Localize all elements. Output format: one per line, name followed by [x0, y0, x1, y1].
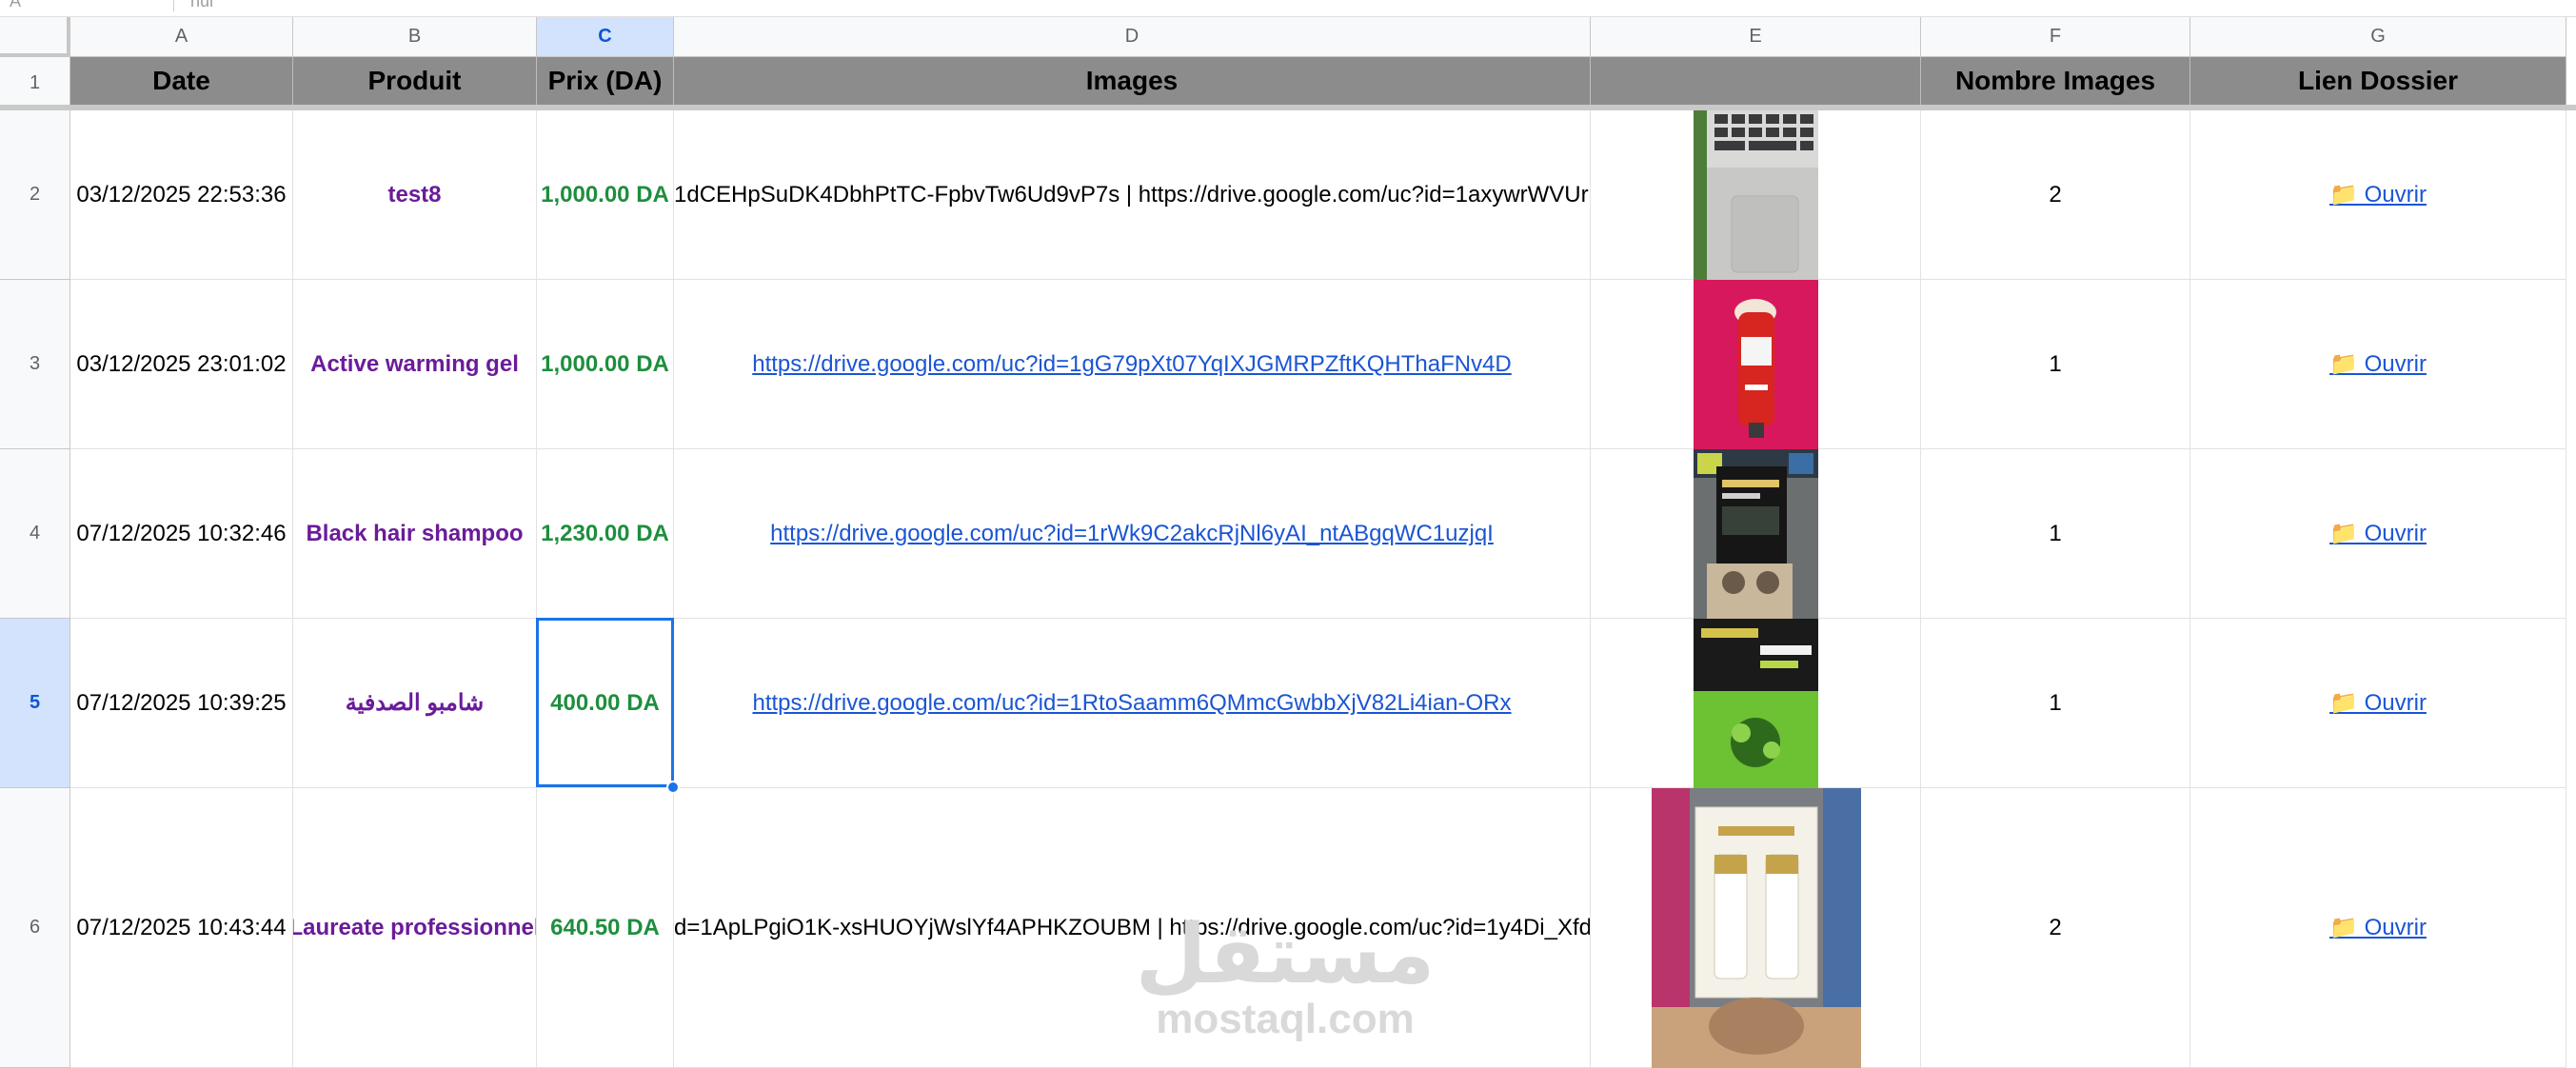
cell-date[interactable]: 07/12/2025 10:39:25 — [70, 619, 293, 788]
cell-date[interactable]: 03/12/2025 22:53:36 — [70, 110, 293, 280]
cell-images[interactable]: 1dCEHpSuDK4DbhPtTC-FpbvTw6Ud9vP7s | http… — [674, 110, 1591, 280]
row-header-4[interactable]: 4 — [0, 449, 70, 619]
select-all-corner[interactable] — [0, 17, 70, 57]
cell-nombre-images[interactable]: 1 — [1921, 449, 2190, 619]
cell-lien-ouvrir[interactable]: 📁 Ouvrir — [2190, 280, 2566, 449]
name-box[interactable]: A — [10, 0, 21, 11]
column-header-e[interactable]: E — [1591, 17, 1921, 57]
active-cell-selection[interactable] — [536, 618, 674, 787]
cell-images-link[interactable]: https://drive.google.com/uc?id=1rWk9C2ak… — [674, 449, 1591, 619]
row-header-2[interactable]: 2 — [0, 110, 70, 280]
cell-produit[interactable]: Laureate professionnel — [293, 788, 537, 1068]
row-header-3[interactable]: 3 — [0, 280, 70, 449]
cell-produit[interactable]: Active warming gel — [293, 280, 537, 449]
column-header-c[interactable]: C — [537, 17, 674, 57]
cell-prix[interactable]: 640.50 DA — [537, 788, 674, 1068]
header-nombre-images[interactable]: Nombre Images — [1921, 57, 2190, 105]
cell-lien-ouvrir[interactable]: 📁 Ouvrir — [2190, 619, 2566, 788]
cell-prix[interactable]: 1,000.00 DA — [537, 280, 674, 449]
cell-lien-ouvrir[interactable]: 📁 Ouvrir — [2190, 788, 2566, 1068]
cell-lien-ouvrir[interactable]: 📁 Ouvrir — [2190, 449, 2566, 619]
cell-nombre-images[interactable]: 2 — [1921, 110, 2190, 280]
column-header-b[interactable]: B — [293, 17, 537, 57]
cell-prix[interactable]: 1,000.00 DA — [537, 110, 674, 280]
column-header-f[interactable]: F — [1921, 17, 2190, 57]
black-hair-shampoo-box-photo — [1694, 449, 1818, 619]
cell-images-link[interactable]: https://drive.google.com/uc?id=1gG79pXt0… — [674, 280, 1591, 449]
laureate-product-box-photo — [1652, 788, 1861, 1068]
fill-handle[interactable] — [666, 781, 680, 794]
red-gel-tube-photo — [1694, 280, 1818, 449]
mostaql-watermark: مستقل mostaql.com — [1133, 914, 1437, 1043]
row-header-5[interactable]: 5 — [0, 619, 70, 788]
header-blank-e[interactable] — [1591, 57, 1921, 105]
header-lien-dossier[interactable]: Lien Dossier — [2190, 57, 2566, 105]
header-produit[interactable]: Produit — [293, 57, 537, 105]
row-header-6[interactable]: 6 — [0, 788, 70, 1068]
psoriasis-shampoo-box-photo — [1694, 619, 1818, 788]
column-header-d[interactable]: D — [674, 17, 1591, 57]
column-header-g[interactable]: G — [2190, 17, 2566, 57]
column-header-a[interactable]: A — [70, 17, 293, 57]
header-images[interactable]: Images — [674, 57, 1591, 105]
cell-date[interactable]: 03/12/2025 23:01:02 — [70, 280, 293, 449]
cell-date[interactable]: 07/12/2025 10:43:44 — [70, 788, 293, 1068]
cell-nombre-images[interactable]: 1 — [1921, 619, 2190, 788]
cell-produit[interactable]: شامبو الصدفية — [293, 619, 537, 788]
formula-bar: A nul — [0, 0, 2576, 17]
header-date[interactable]: Date — [70, 57, 293, 105]
formula-input[interactable]: nul — [190, 0, 213, 11]
row-header-1[interactable]: 1 — [0, 57, 70, 110]
cell-nombre-images[interactable]: 2 — [1921, 788, 2190, 1068]
cell-produit[interactable]: Black hair shampoo — [293, 449, 537, 619]
watermark-arabic: مستقل — [1135, 907, 1436, 1002]
laptop-keyboard-photo — [1694, 110, 1818, 280]
cell-produit[interactable]: test8 — [293, 110, 537, 280]
header-prix[interactable]: Prix (DA) — [537, 57, 674, 105]
cell-images-link[interactable]: https://drive.google.com/uc?id=1RtoSaamm… — [674, 619, 1591, 788]
cell-date[interactable]: 07/12/2025 10:32:46 — [70, 449, 293, 619]
watermark-latin: mostaql.com — [1156, 996, 1415, 1042]
formula-bar-divider — [173, 0, 174, 11]
cell-nombre-images[interactable]: 1 — [1921, 280, 2190, 449]
cell-lien-ouvrir[interactable]: 📁 Ouvrir — [2190, 110, 2566, 280]
cell-prix[interactable]: 1,230.00 DA — [537, 449, 674, 619]
